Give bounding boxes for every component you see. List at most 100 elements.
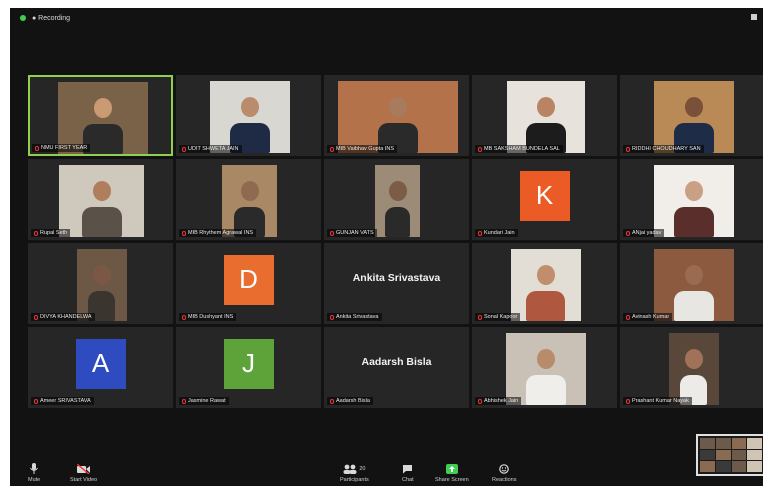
thumbnail-tile (715, 438, 731, 449)
muted-mic-icon (626, 146, 630, 152)
participant-name: DIVYA KHANDELWA (40, 314, 92, 320)
participant-name: Abhishek Jain (484, 398, 519, 404)
participant-name: Aadarsh Bisla (336, 398, 370, 404)
participant-name-label: Avinash Kumar (623, 313, 673, 321)
thumbnail-tile (700, 438, 715, 449)
participant-name-label: MIB Dushyant INS (179, 313, 237, 321)
participant-tile[interactable]: Prashant Kumar Nayak (620, 327, 763, 408)
participant-name: NMU FIRST YEAR (41, 145, 88, 151)
participant-tile[interactable]: D MIB Dushyant INS (176, 243, 321, 324)
zoom-meeting-window: ● Recording NMU FIRST YEAR UDIT SHWETA JA… (10, 8, 763, 486)
chat-icon (403, 465, 413, 474)
participant-head (240, 181, 259, 201)
participant-video (505, 333, 586, 405)
start-video-button[interactable]: Start Video (70, 464, 97, 483)
participant-body (526, 291, 565, 321)
participant-video (76, 249, 127, 321)
participant-tile[interactable]: Ankita Srivastava Ankita Srivastava (324, 243, 469, 324)
chat-label: Chat (402, 477, 414, 483)
participant-tile[interactable]: MIB Rhythem Agrawal INS (176, 159, 321, 240)
participant-head (536, 349, 555, 369)
participant-video (209, 81, 290, 153)
muted-mic-icon (478, 230, 482, 236)
participant-tile[interactable]: RIDDHI CHOUDHARY SAN (620, 75, 763, 156)
participant-name: MB SAKSHAM BUNDELA SAL (484, 146, 560, 152)
participant-head (388, 97, 407, 117)
muted-mic-icon (330, 398, 334, 404)
participant-video (506, 81, 585, 153)
mute-label: Mute (28, 477, 41, 483)
participant-name-label: Prashant Kumar Nayak (623, 397, 692, 405)
share-screen-button[interactable]: Share Screen (435, 464, 469, 483)
reactions-label: Reactions (492, 477, 517, 483)
muted-mic-icon (330, 314, 334, 320)
participant-tile[interactable]: ANjai yadav (620, 159, 763, 240)
participant-name: GUNJAN VATS (336, 230, 374, 236)
muted-mic-icon (182, 314, 186, 320)
muted-mic-icon (478, 314, 482, 320)
participant-name-label: Sonal Kapoor (475, 313, 521, 321)
mute-button[interactable]: Mute (28, 463, 40, 483)
participant-name: MIB Dushyant INS (188, 314, 234, 320)
participant-name-label: DIVYA KHANDELWA (31, 313, 95, 321)
participant-video (59, 165, 144, 237)
participant-video (653, 165, 734, 237)
muted-mic-icon (478, 398, 482, 404)
participant-tile[interactable]: Aadarsh Bisla Aadarsh Bisla (324, 327, 469, 408)
muted-mic-icon (182, 230, 186, 236)
participant-tile[interactable]: A Ameer SRIVASTAVA (28, 327, 173, 408)
view-toggle-icon[interactable] (751, 14, 757, 20)
participant-video (510, 249, 581, 321)
participant-head (93, 98, 112, 118)
participant-head (684, 97, 703, 117)
participant-name: Prashant Kumar Nayak (632, 398, 689, 404)
participant-tile[interactable]: NMU FIRST YEAR (28, 75, 173, 156)
participants-label: Participants (340, 477, 369, 483)
participant-name: Ameer SRIVASTAVA (40, 398, 91, 404)
participants-icon (343, 464, 357, 474)
participant-display-name: Ankita Srivastava (352, 272, 441, 284)
participant-tile[interactable]: UDIT SHWETA JAIN (176, 75, 321, 156)
participant-video (668, 333, 719, 405)
participant-tile[interactable]: MIB Vaibhav Gupta INS (324, 75, 469, 156)
participant-head (536, 265, 555, 285)
participant-avatar: J (223, 338, 274, 389)
participant-avatar: K (519, 170, 570, 221)
chat-button[interactable]: Chat (402, 464, 414, 483)
participant-tile[interactable]: GUNJAN VATS (324, 159, 469, 240)
participant-video (653, 81, 734, 153)
participant-tile[interactable]: Rupal Seth (28, 159, 173, 240)
participants-button[interactable]: 20 Participants (340, 464, 369, 483)
participant-name-label: Rupal Seth (31, 229, 71, 237)
recording-label: ● Recording (32, 14, 71, 22)
reactions-button[interactable]: Reactions (492, 464, 516, 483)
participant-tile[interactable]: Abhishek Jain (472, 327, 617, 408)
participant-tile[interactable]: DIVYA KHANDELWA (28, 243, 173, 324)
participant-name-label: MIB Vaibhav Gupta INS (327, 145, 397, 153)
recording-dot-icon (20, 15, 26, 21)
participant-name: Sonal Kapoor (484, 314, 518, 320)
participant-name-label: Ameer SRIVASTAVA (31, 397, 94, 405)
participant-head (536, 97, 555, 117)
share-screen-label: Share Screen (435, 477, 469, 483)
reactions-icon (499, 464, 510, 474)
participant-name: ANjai yadav (632, 230, 662, 236)
participant-tile[interactable]: J Jasmine Rawat (176, 327, 321, 408)
muted-mic-icon (330, 146, 334, 152)
muted-mic-icon (626, 230, 630, 236)
participant-tile[interactable]: Sonal Kapoor (472, 243, 617, 324)
participant-name: MIB Vaibhav Gupta INS (336, 146, 394, 152)
participant-video (375, 165, 420, 237)
muted-mic-icon (626, 398, 630, 404)
participant-head (92, 265, 111, 285)
participant-video (653, 249, 734, 321)
participant-name-label: Kundari Jain (475, 229, 518, 237)
participant-tile[interactable]: K Kundari Jain (472, 159, 617, 240)
participant-name: Ankita Srivastava (336, 314, 379, 320)
participant-head (684, 181, 703, 201)
participant-tile[interactable]: Avinash Kumar (620, 243, 763, 324)
participant-tile[interactable]: MB SAKSHAM BUNDELA SAL (472, 75, 617, 156)
participant-name-label: RIDDHI CHOUDHARY SAN (623, 145, 704, 153)
participant-name-label: Abhishek Jain (475, 397, 522, 405)
gallery-grid: NMU FIRST YEAR UDIT SHWETA JAIN MIB Vaibha… (28, 75, 763, 408)
